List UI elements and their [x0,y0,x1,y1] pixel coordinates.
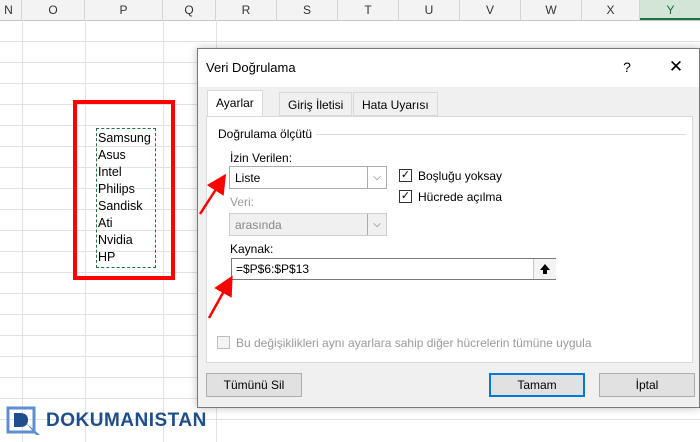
chevron-down-icon: ⌵ [367,214,386,235]
ok-button[interactable]: Tamam [489,373,585,397]
apply-all-checkbox[interactable] [217,336,230,349]
tab-settings[interactable]: Ayarlar [207,90,263,117]
dialog-title: Veri Doğrulama [206,60,296,75]
allow-label-text: İzin Verilen: [230,151,293,165]
allow-label: İzin Verilen: [230,151,292,165]
watermark-logo: DOKUMANISTAN [6,404,207,438]
chevron-down-icon: ⌵ [367,167,386,188]
ignore-blank-checkbox[interactable]: ✓ [399,169,412,182]
column-header-q[interactable]: Q [163,0,216,20]
cancel-button[interactable]: İptal [599,373,695,397]
data-dropdown[interactable]: arasında ⌵ [229,213,387,236]
validation-criteria-heading: Doğrulama ölçütü [218,127,317,141]
close-button[interactable]: ✕ [662,56,690,78]
column-header-t[interactable]: T [338,0,399,20]
in-cell-dropdown-label[interactable]: Hücrede açılma [418,190,502,204]
source-input[interactable]: =$P$6:$P$13 [231,258,556,280]
column-header-v[interactable]: V [460,0,521,20]
column-header-x[interactable]: X [582,0,640,20]
column-header-o[interactable]: O [22,0,85,20]
watermark-text: DOKUMANISTAN [46,410,207,431]
clear-all-button[interactable]: Tümünü Sil [206,373,302,397]
red-highlight-box [73,100,175,280]
column-header-w[interactable]: W [521,0,582,20]
grid-line [0,41,700,42]
help-button[interactable]: ? [616,56,638,78]
data-label: Veri: [230,195,255,209]
dokumanistan-logo-icon [6,406,40,435]
column-header-u[interactable]: U [399,0,460,20]
column-header-row: N O P Q R S T U V W X Y [0,0,700,21]
tab-input-message[interactable]: Giriş İletisi [279,92,353,116]
collapse-dialog-icon [540,264,550,274]
range-select-button[interactable] [533,259,556,279]
column-header-n[interactable]: N [0,0,22,20]
column-header-y[interactable]: Y [640,0,700,20]
data-dropdown-value: arasında [235,218,282,232]
column-header-p[interactable]: P [85,0,163,20]
column-header-s[interactable]: S [277,0,338,20]
apply-all-label[interactable]: Bu değişiklikleri aynı ayarlara sahip di… [236,336,592,350]
ignore-blank-label[interactable]: Boşluğu yoksay [418,169,502,183]
source-label: Kaynak: [230,242,274,256]
allow-dropdown-value: Liste [235,171,261,185]
allow-dropdown[interactable]: Liste ⌵ [229,166,387,189]
column-header-r[interactable]: R [216,0,277,20]
source-input-value: =$P$6:$P$13 [236,262,310,276]
dialog-titlebar: Veri Doğrulama ? ✕ [198,49,699,87]
group-divider [296,134,686,135]
tab-error-alert[interactable]: Hata Uyarısı [353,92,438,116]
in-cell-dropdown-checkbox[interactable]: ✓ [399,190,412,203]
